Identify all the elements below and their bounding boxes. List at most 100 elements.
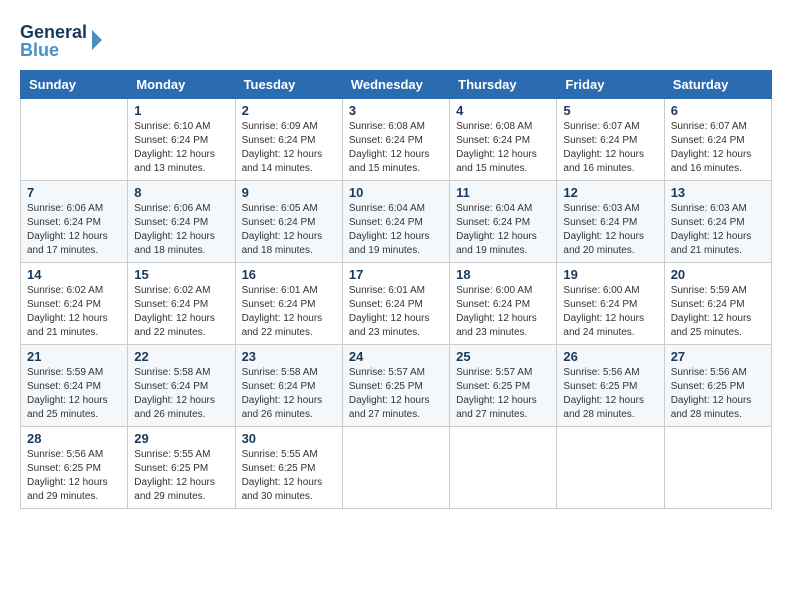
day-info: Sunrise: 5:57 AM Sunset: 6:25 PM Dayligh… xyxy=(456,366,550,422)
calendar-cell: 5Sunrise: 6:07 AM Sunset: 6:24 PM Daylig… xyxy=(557,99,664,181)
day-info: Sunrise: 6:01 AM Sunset: 6:24 PM Dayligh… xyxy=(349,284,443,340)
calendar-cell: 29 Sunrise: 5:55 AM Sunset: 6:25 PM Dayli… xyxy=(128,427,235,509)
day-header-monday: Monday xyxy=(128,71,235,99)
calendar-cell: 1 Sunrise: 6:10 AM Sunset: 6:24 PM Daylig… xyxy=(128,99,235,181)
calendar-cell xyxy=(450,427,557,509)
day-header-friday: Friday xyxy=(557,71,664,99)
calendar-cell xyxy=(557,427,664,509)
calendar-cell: 7Sunrise: 6:06 AM Sunset: 6:24 PM Daylig… xyxy=(21,181,128,263)
calendar-cell: 28 Sunrise: 5:56 AM Sunset: 6:25 PM Dayli… xyxy=(21,427,128,509)
day-number: 30 xyxy=(242,431,336,446)
day-info: Sunrise: 5:56 AM Sunset: 6:25 PM Dayligh… xyxy=(563,366,657,422)
day-number: 16 xyxy=(242,267,336,282)
day-number: 13 xyxy=(671,185,765,200)
day-number: 7 xyxy=(27,185,121,200)
calendar-cell: 6 Sunrise: 6:07 AM Sunset: 6:24 PM Daylig… xyxy=(664,99,771,181)
day-number: 12 xyxy=(563,185,657,200)
calendar-week-1: 1 Sunrise: 6:10 AM Sunset: 6:24 PM Daylig… xyxy=(21,99,772,181)
calendar-cell: 2Sunrise: 6:09 AM Sunset: 6:24 PM Daylig… xyxy=(235,99,342,181)
day-number: 20 xyxy=(671,267,765,282)
day-info: Sunrise: 6:03 AM Sunset: 6:24 PM Dayligh… xyxy=(563,202,657,258)
day-info: Sunrise: 5:58 AM Sunset: 6:24 PM Dayligh… xyxy=(242,366,336,422)
day-number: 9 xyxy=(242,185,336,200)
day-header-thursday: Thursday xyxy=(450,71,557,99)
calendar-cell: 3 Sunrise: 6:08 AM Sunset: 6:24 PM Daylig… xyxy=(342,99,449,181)
day-info: Sunrise: 6:04 AM Sunset: 6:24 PM Dayligh… xyxy=(456,202,550,258)
calendar-week-4: 21 Sunrise: 5:59 AM Sunset: 6:24 PM Dayli… xyxy=(21,345,772,427)
day-info: Sunrise: 5:56 AM Sunset: 6:25 PM Dayligh… xyxy=(671,366,765,422)
day-info: Sunrise: 5:59 AM Sunset: 6:24 PM Dayligh… xyxy=(27,366,121,422)
calendar-cell: 12 Sunrise: 6:03 AM Sunset: 6:24 PM Dayli… xyxy=(557,181,664,263)
day-info: Sunrise: 6:07 AM Sunset: 6:24 PM Dayligh… xyxy=(671,120,765,176)
day-number: 29 xyxy=(134,431,228,446)
day-info: Sunrise: 6:03 AM Sunset: 6:24 PM Dayligh… xyxy=(671,202,765,258)
day-info: Sunrise: 5:59 AM Sunset: 6:24 PM Dayligh… xyxy=(671,284,765,340)
calendar-table: SundayMondayTuesdayWednesdayThursdayFrid… xyxy=(20,70,772,509)
day-number: 18 xyxy=(456,267,550,282)
day-number: 4 xyxy=(456,103,550,118)
calendar-cell: 11 Sunrise: 6:04 AM Sunset: 6:24 PM Dayli… xyxy=(450,181,557,263)
day-header-tuesday: Tuesday xyxy=(235,71,342,99)
day-info: Sunrise: 5:58 AM Sunset: 6:24 PM Dayligh… xyxy=(134,366,228,422)
calendar-cell: 13 Sunrise: 6:03 AM Sunset: 6:24 PM Dayli… xyxy=(664,181,771,263)
calendar-cell: 30 Sunrise: 5:55 AM Sunset: 6:25 PM Dayli… xyxy=(235,427,342,509)
calendar-body: 1 Sunrise: 6:10 AM Sunset: 6:24 PM Daylig… xyxy=(21,99,772,509)
calendar-cell: 26Sunrise: 5:56 AM Sunset: 6:25 PM Dayli… xyxy=(557,345,664,427)
svg-text:Blue: Blue xyxy=(20,40,59,60)
day-number: 1 xyxy=(134,103,228,118)
calendar-cell: 18Sunrise: 6:00 AM Sunset: 6:24 PM Dayli… xyxy=(450,263,557,345)
day-number: 6 xyxy=(671,103,765,118)
day-number: 17 xyxy=(349,267,443,282)
day-header-wednesday: Wednesday xyxy=(342,71,449,99)
day-info: Sunrise: 6:10 AM Sunset: 6:24 PM Dayligh… xyxy=(134,120,228,176)
calendar-cell: 24Sunrise: 5:57 AM Sunset: 6:25 PM Dayli… xyxy=(342,345,449,427)
day-info: Sunrise: 5:56 AM Sunset: 6:25 PM Dayligh… xyxy=(27,448,121,504)
calendar-cell: 15 Sunrise: 6:02 AM Sunset: 6:24 PM Dayli… xyxy=(128,263,235,345)
day-number: 11 xyxy=(456,185,550,200)
day-number: 24 xyxy=(349,349,443,364)
calendar-header-row: SundayMondayTuesdayWednesdayThursdayFrid… xyxy=(21,71,772,99)
calendar-cell: 19 Sunrise: 6:00 AM Sunset: 6:24 PM Dayli… xyxy=(557,263,664,345)
calendar-cell: 17 Sunrise: 6:01 AM Sunset: 6:24 PM Dayli… xyxy=(342,263,449,345)
calendar-cell: 20 Sunrise: 5:59 AM Sunset: 6:24 PM Dayli… xyxy=(664,263,771,345)
day-number: 25 xyxy=(456,349,550,364)
calendar-cell: 27 Sunrise: 5:56 AM Sunset: 6:25 PM Dayli… xyxy=(664,345,771,427)
day-info: Sunrise: 6:00 AM Sunset: 6:24 PM Dayligh… xyxy=(563,284,657,340)
day-number: 22 xyxy=(134,349,228,364)
day-info: Sunrise: 5:55 AM Sunset: 6:25 PM Dayligh… xyxy=(134,448,228,504)
svg-text:General: General xyxy=(20,22,87,42)
day-number: 5 xyxy=(563,103,657,118)
day-number: 27 xyxy=(671,349,765,364)
day-number: 23 xyxy=(242,349,336,364)
day-number: 21 xyxy=(27,349,121,364)
calendar-cell: 8 Sunrise: 6:06 AM Sunset: 6:24 PM Daylig… xyxy=(128,181,235,263)
calendar-cell xyxy=(342,427,449,509)
calendar-cell: 10Sunrise: 6:04 AM Sunset: 6:24 PM Dayli… xyxy=(342,181,449,263)
day-number: 15 xyxy=(134,267,228,282)
calendar-cell: 4Sunrise: 6:08 AM Sunset: 6:24 PM Daylig… xyxy=(450,99,557,181)
calendar-cell: 14 Sunrise: 6:02 AM Sunset: 6:24 PM Dayli… xyxy=(21,263,128,345)
day-info: Sunrise: 6:01 AM Sunset: 6:24 PM Dayligh… xyxy=(242,284,336,340)
day-number: 14 xyxy=(27,267,121,282)
day-info: Sunrise: 6:06 AM Sunset: 6:24 PM Dayligh… xyxy=(134,202,228,258)
day-number: 19 xyxy=(563,267,657,282)
day-info: Sunrise: 6:02 AM Sunset: 6:24 PM Dayligh… xyxy=(134,284,228,340)
calendar-cell: 9Sunrise: 6:05 AM Sunset: 6:24 PM Daylig… xyxy=(235,181,342,263)
calendar-cell: 16 Sunrise: 6:01 AM Sunset: 6:24 PM Dayli… xyxy=(235,263,342,345)
day-info: Sunrise: 5:55 AM Sunset: 6:25 PM Dayligh… xyxy=(242,448,336,504)
day-info: Sunrise: 6:08 AM Sunset: 6:24 PM Dayligh… xyxy=(349,120,443,176)
header: GeneralBlue xyxy=(20,20,772,60)
calendar-cell: 22 Sunrise: 5:58 AM Sunset: 6:24 PM Dayli… xyxy=(128,345,235,427)
day-number: 8 xyxy=(134,185,228,200)
calendar-week-2: 7 Sunrise: 6:06 AM Sunset: 6:24 PM Daylig… xyxy=(21,181,772,263)
calendar-week-3: 14 Sunrise: 6:02 AM Sunset: 6:24 PM Dayli… xyxy=(21,263,772,345)
day-info: Sunrise: 6:02 AM Sunset: 6:24 PM Dayligh… xyxy=(27,284,121,340)
day-header-sunday: Sunday xyxy=(21,71,128,99)
calendar-cell xyxy=(21,99,128,181)
day-info: Sunrise: 6:04 AM Sunset: 6:24 PM Dayligh… xyxy=(349,202,443,258)
day-number: 3 xyxy=(349,103,443,118)
day-number: 28 xyxy=(27,431,121,446)
calendar-cell xyxy=(664,427,771,509)
day-number: 2 xyxy=(242,103,336,118)
calendar-week-5: 28 Sunrise: 5:56 AM Sunset: 6:25 PM Dayli… xyxy=(21,427,772,509)
